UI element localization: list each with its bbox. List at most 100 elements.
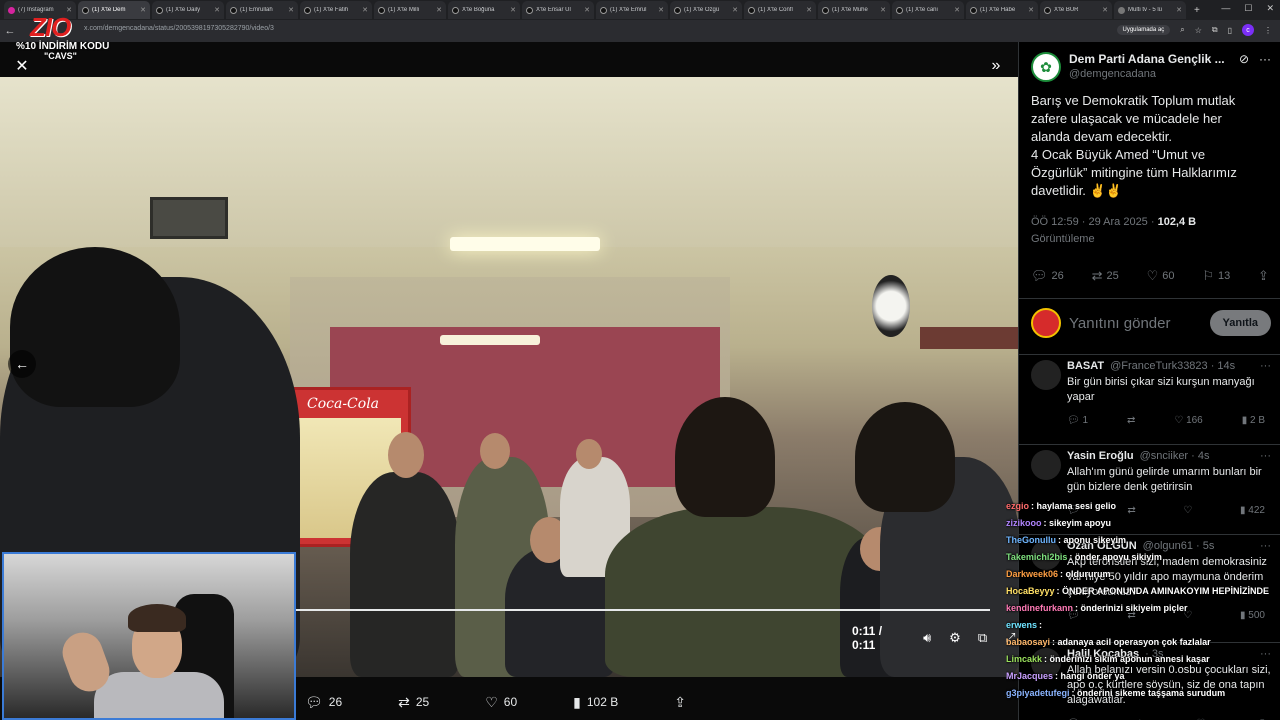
tab-title: X'te Boğuna xyxy=(462,7,495,13)
bookmark-star-icon[interactable]: ☆ xyxy=(1195,26,1202,35)
tab-close-icon[interactable]: ✕ xyxy=(880,6,886,14)
expand-panel-icon[interactable]: » xyxy=(984,54,1008,78)
streamer-webcam xyxy=(2,552,296,720)
video-person-head xyxy=(388,432,424,478)
more-icon[interactable]: ··· xyxy=(1260,450,1271,462)
tab-close-icon[interactable]: ✕ xyxy=(1028,6,1034,14)
reply-author-handle[interactable]: @snciiker · 4s xyxy=(1140,450,1210,462)
tab-close-icon[interactable]: ✕ xyxy=(436,6,442,14)
browser-tab[interactable]: (1) X'te Özgü ✕ xyxy=(670,1,742,19)
tab-close-icon[interactable]: ✕ xyxy=(954,6,960,14)
tab-close-icon[interactable]: ✕ xyxy=(806,6,812,14)
profile-avatar[interactable]: c xyxy=(1242,24,1254,36)
reply-author-name[interactable]: Yasin Eroğlu xyxy=(1067,450,1134,462)
tab-close-icon[interactable]: ✕ xyxy=(214,6,220,14)
reply-item[interactable]: BASAT @FranceTurk33823 · 14s ··· Bir gün bi… xyxy=(1031,360,1271,426)
tab-close-icon[interactable]: ✕ xyxy=(510,6,516,14)
tab-close-icon[interactable]: ✕ xyxy=(658,6,664,14)
reply-views-button[interactable]: ▮ 2 B xyxy=(1242,415,1265,426)
reply-reply-button[interactable]: 💬︎ 1 xyxy=(1067,415,1088,426)
browser-tab[interactable]: Multi tv - 5 lü ✕ xyxy=(1114,1,1186,19)
tab-close-icon[interactable]: ✕ xyxy=(1102,6,1108,14)
maximize-icon[interactable]: ☐ xyxy=(1244,3,1252,14)
browser-tab[interactable]: (1) X'te Muhe ✕ xyxy=(818,1,890,19)
post-bookmark-button[interactable]: ⚐ 13 xyxy=(1202,268,1230,284)
browser-tab[interactable]: X'te Boğuna ✕ xyxy=(448,1,520,19)
reply-avatar[interactable] xyxy=(1031,360,1061,390)
tab-title: (1) X'te cani xyxy=(906,7,938,13)
tab-title: (1) X'te Confl xyxy=(758,7,793,13)
settings-gear-icon[interactable]: ⚙ xyxy=(947,630,963,646)
open-in-app-button[interactable]: Uygulamada aç xyxy=(1116,25,1171,35)
repost-action[interactable]: ⇄ 25 xyxy=(398,694,429,711)
close-window-icon[interactable]: ✕ xyxy=(1266,3,1274,14)
url-text[interactable]: x.com/demgencadana/status/20053981973052… xyxy=(84,25,274,32)
like-action[interactable]: ♡ 60 xyxy=(485,694,517,711)
browser-tab[interactable]: (1) Emrullah ✕ xyxy=(226,1,298,19)
browser-tab[interactable]: (1) X'te Fatih ✕ xyxy=(300,1,372,19)
reply-input[interactable]: Yanıtını gönder xyxy=(1069,315,1202,332)
pip-icon[interactable]: ⧉ xyxy=(975,630,991,646)
reply-author-name[interactable]: BASAT xyxy=(1067,360,1104,372)
zoom-icon[interactable]: ⌕ xyxy=(1180,25,1184,35)
browser-tab[interactable]: (1) X'te Daily ✕ xyxy=(152,1,224,19)
chat-message: TheGonullu: aponu sikeyim xyxy=(1006,532,1280,549)
chat-text: : haylama sesi gelio xyxy=(1031,501,1117,511)
post-text: Barış ve Demokratik Toplum mutlak zafere… xyxy=(1031,93,1237,198)
post-share-button[interactable]: ⇪ xyxy=(1258,268,1269,284)
browser-tab[interactable]: (1) X'te Milli ✕ xyxy=(374,1,446,19)
tab-close-icon[interactable]: ✕ xyxy=(584,6,590,14)
reply-repost-button[interactable]: ⇄ xyxy=(1127,415,1135,426)
browser-tab[interactable]: (1) X'te Emrul ✕ xyxy=(596,1,668,19)
author-handle[interactable]: @demgencadana xyxy=(1069,68,1231,80)
sidebar-icon[interactable]: ▯ xyxy=(1228,26,1232,35)
browser-tab[interactable]: (1) X'te cani ✕ xyxy=(892,1,964,19)
tab-close-icon[interactable]: ✕ xyxy=(288,6,294,14)
chat-username: Limcakk xyxy=(1006,654,1043,664)
tab-close-icon[interactable]: ✕ xyxy=(732,6,738,14)
post-reply-button[interactable]: 💬︎ 26 xyxy=(1031,268,1064,284)
tab-close-icon[interactable]: ✕ xyxy=(362,6,368,14)
grok-icon[interactable]: ⊘ xyxy=(1239,52,1249,82)
heart-icon: ♡ xyxy=(1174,415,1184,426)
heart-icon: ♡ xyxy=(1146,268,1159,283)
author-avatar[interactable]: ✿ xyxy=(1031,52,1061,82)
tab-title: (1) X'te Özgü xyxy=(684,7,720,13)
post-repost-button[interactable]: ⇄ 25 xyxy=(1092,268,1119,284)
fridge-brand-label: Coca-Cola xyxy=(307,396,380,412)
chat-text: : ÖNDER APONUNDA AMINAKOYIM HEPİNİZİNDE xyxy=(1056,586,1270,596)
chat-message: Darkweek06: oldururum xyxy=(1006,566,1280,583)
reply-author-handle[interactable]: @FranceTurk33823 · 14s xyxy=(1110,360,1235,372)
browser-tab[interactable]: X'te BUR ✕ xyxy=(1040,1,1112,19)
views-action[interactable]: ▮ 102 B xyxy=(573,694,618,711)
reply-like-button[interactable]: ♡ 166 xyxy=(1174,415,1202,426)
browser-tab[interactable]: (1) X'te Habe ✕ xyxy=(966,1,1038,19)
reply-icon: 💬︎ xyxy=(1031,268,1048,283)
previous-media-arrow[interactable]: ← xyxy=(8,350,36,378)
chat-text: : önder apoyu sikiyim xyxy=(1069,552,1162,562)
close-icon[interactable]: ✕ xyxy=(10,54,34,78)
browser-tab[interactable]: X'te Ensar Ul ✕ xyxy=(522,1,594,19)
reply-submit-button[interactable]: Yanıtla xyxy=(1209,310,1271,336)
reply-avatar[interactable] xyxy=(1031,450,1061,480)
browser-menu-icon[interactable]: ⋮ xyxy=(1264,26,1272,35)
author-name[interactable]: Dem Parti Adana Gençlik ... xyxy=(1069,52,1231,66)
video-progress-bar[interactable] xyxy=(290,609,990,611)
volume-icon[interactable]: 🔊︎ xyxy=(919,630,935,646)
post-like-button[interactable]: ♡ 60 xyxy=(1147,268,1175,284)
reply-action[interactable]: 💬︎ 26 xyxy=(305,694,342,711)
x-icon xyxy=(452,6,459,14)
tab-close-icon[interactable]: ✕ xyxy=(140,6,146,14)
minimize-icon[interactable]: — xyxy=(1221,3,1230,14)
post-stats: 💬︎ 26 ⇄ 25 ♡ 60 ⚐ 13 ⇪ xyxy=(1031,268,1269,284)
more-icon[interactable]: ··· xyxy=(1259,52,1271,82)
chat-username: ezgio xyxy=(1006,501,1030,511)
browser-tab[interactable]: (1) X'te Confl ✕ xyxy=(744,1,816,19)
post-timestamp[interactable]: ÖÖ 12:59 · 29 Ara 2025 · xyxy=(1031,216,1158,228)
tab-title: (1) X'te Fatih xyxy=(314,7,349,13)
tab-close-icon[interactable]: ✕ xyxy=(1176,6,1182,14)
share-action[interactable]: ⇪ xyxy=(674,694,686,711)
more-icon[interactable]: ··· xyxy=(1260,360,1271,372)
new-tab-icon[interactable]: + xyxy=(1194,5,1200,16)
extensions-icon[interactable]: ⧉ xyxy=(1212,25,1218,35)
